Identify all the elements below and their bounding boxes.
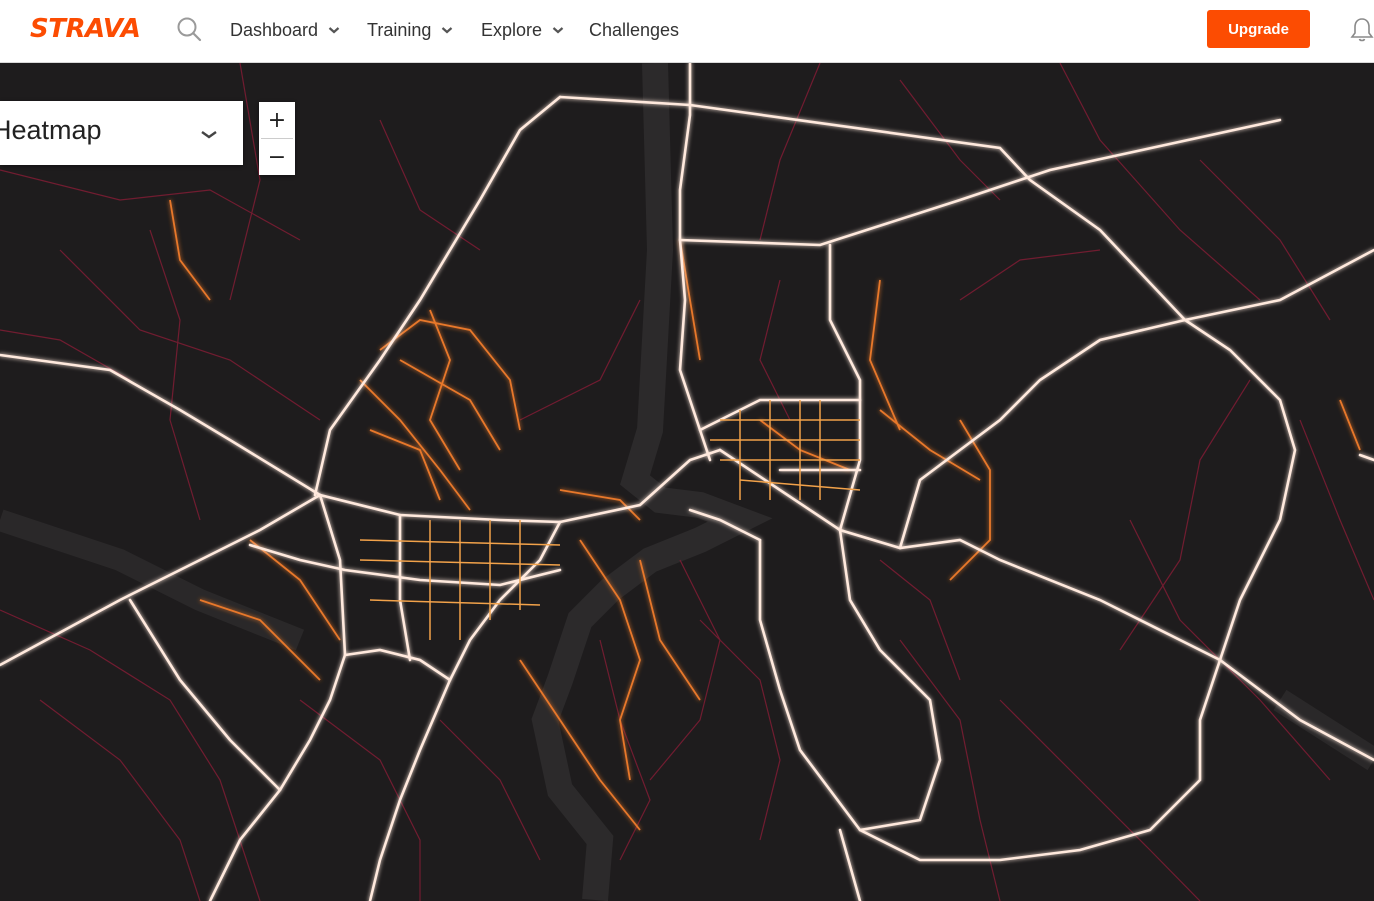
- heat-tracks-low: [0, 63, 1374, 901]
- nav-challenges-label: Challenges: [589, 19, 680, 40]
- map-layer-select[interactable]: Heatmap: [0, 101, 243, 165]
- heatmap-map[interactable]: Heatmap + −: [0, 63, 1374, 901]
- nav-training[interactable]: Training: [367, 0, 453, 60]
- top-nav-bar: STRAVA Dashboard Training Explore Challe…: [0, 0, 1374, 63]
- nav-dashboard[interactable]: Dashboard: [230, 0, 340, 60]
- water-shape: [0, 509, 305, 651]
- nav-dashboard-label: Dashboard: [230, 19, 319, 40]
- heatmap-layer: [0, 63, 1374, 901]
- chevron-down-icon: [201, 131, 217, 139]
- chevron-down-icon: [442, 27, 453, 34]
- heat-tracks-high: [0, 63, 1374, 901]
- chevron-down-icon: [552, 27, 564, 34]
- upgrade-button[interactable]: Upgrade: [1207, 10, 1310, 48]
- nav-training-label: Training: [367, 19, 432, 40]
- nav-explore-label: Explore: [481, 19, 543, 40]
- zoom-in-button[interactable]: +: [259, 102, 295, 138]
- river-shape: [531, 63, 773, 901]
- heat-tracks-mid: [169, 199, 1361, 831]
- bell-icon[interactable]: [1350, 16, 1374, 44]
- chevron-down-icon: [328, 27, 340, 34]
- layer-select-label: Heatmap: [0, 115, 102, 145]
- search-icon[interactable]: [176, 16, 202, 42]
- strava-logo[interactable]: STRAVA: [30, 14, 141, 44]
- nav-explore[interactable]: Explore: [481, 0, 564, 60]
- zoom-out-button[interactable]: −: [259, 139, 295, 175]
- nav-challenges[interactable]: Challenges: [589, 0, 679, 60]
- zoom-control: + −: [259, 102, 295, 175]
